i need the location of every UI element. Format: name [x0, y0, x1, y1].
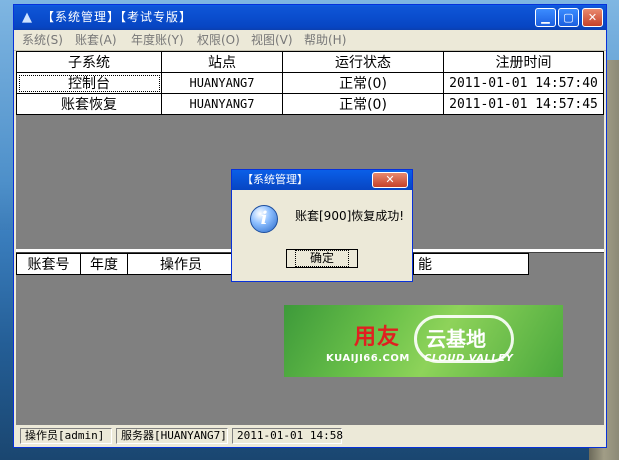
- menu-bar: 系统(S) 账套(A) 年度账(Y) 权限(O) 视图(V) 帮助(H): [14, 30, 606, 51]
- status-server: 服务器[HUANYANG7]: [116, 428, 228, 444]
- column-header-year: 年度: [80, 253, 128, 275]
- banner-domain: KUAIJI66.COM: [326, 353, 410, 364]
- subsystem-table: 子系统 站点 运行状态 注册时间 控制台 HUANYANG7 正常(0) 201…: [16, 51, 604, 115]
- menu-view[interactable]: 视图(V): [251, 33, 293, 47]
- dialog-title-bar[interactable]: 【系统管理】 ✕: [232, 170, 412, 190]
- menu-account[interactable]: 账套(A): [75, 33, 117, 47]
- status-datetime: 2011-01-01 14:58: [232, 428, 343, 444]
- subsystem-status[interactable]: 正常(0): [282, 72, 444, 94]
- subsystem-time[interactable]: 2011-01-01 14:57:45: [443, 93, 604, 115]
- window-title: 【系统管理】【考试专版】: [42, 10, 193, 24]
- message-dialog: 【系统管理】 ✕ i 账套[900]恢复成功! 确定: [231, 169, 413, 282]
- menu-permission[interactable]: 权限(O): [197, 33, 240, 47]
- yonyou-cloud-banner: 用友 云基地 KUAIJI66.COM CLOUD VALLEY: [284, 305, 563, 377]
- column-header-operator: 操作员: [127, 253, 235, 275]
- close-button[interactable]: ✕: [582, 8, 603, 27]
- app-logo-icon: ▲: [22, 10, 32, 25]
- status-bar: 操作员[admin] 服务器[HUANYANG7] 2011-01-01 14:…: [16, 427, 604, 446]
- banner-slogan: CLOUD VALLEY: [424, 353, 514, 364]
- dialog-close-button[interactable]: ✕: [372, 172, 408, 188]
- column-header-site: 站点: [161, 51, 283, 73]
- column-header-account-no: 账套号: [16, 253, 81, 275]
- subsystem-status[interactable]: 正常(0): [282, 93, 444, 115]
- minimize-button[interactable]: ▁: [535, 8, 556, 27]
- column-header-status: 运行状态: [282, 51, 444, 73]
- table-header-row: 子系统 站点 运行状态 注册时间: [16, 51, 604, 73]
- column-header-register-time: 注册时间: [443, 51, 604, 73]
- title-bar[interactable]: ▲ 【系统管理】【考试专版】 ▁ ▢ ✕: [14, 5, 606, 30]
- subsystem-name[interactable]: 账套恢复: [16, 93, 162, 115]
- banner-brand-sub: 云基地: [426, 327, 486, 351]
- ok-button[interactable]: 确定: [286, 249, 358, 268]
- maximize-button[interactable]: ▢: [558, 8, 579, 27]
- column-header-subsystem: 子系统: [16, 51, 162, 73]
- column-header-function: 能: [413, 253, 529, 275]
- table-row[interactable]: 控制台 HUANYANG7 正常(0) 2011-01-01 14:57:40: [16, 72, 604, 94]
- subsystem-site[interactable]: HUANYANG7: [161, 72, 283, 94]
- dialog-message: 账套[900]恢复成功!: [295, 209, 405, 223]
- banner-brand: 用友: [354, 325, 401, 350]
- status-operator: 操作员[admin]: [20, 428, 112, 444]
- subsystem-site[interactable]: HUANYANG7: [161, 93, 283, 115]
- info-icon: i: [250, 205, 278, 233]
- menu-help[interactable]: 帮助(H): [304, 33, 346, 47]
- ok-button-label: 确定: [294, 250, 350, 267]
- menu-year-account[interactable]: 年度账(Y): [131, 33, 184, 47]
- subsystem-time[interactable]: 2011-01-01 14:57:40: [443, 72, 604, 94]
- subsystem-name[interactable]: 控制台: [16, 72, 162, 94]
- menu-system[interactable]: 系统(S): [22, 33, 63, 47]
- dialog-title: 【系统管理】: [242, 173, 308, 186]
- table-row[interactable]: 账套恢复 HUANYANG7 正常(0) 2011-01-01 14:57:45: [16, 93, 604, 115]
